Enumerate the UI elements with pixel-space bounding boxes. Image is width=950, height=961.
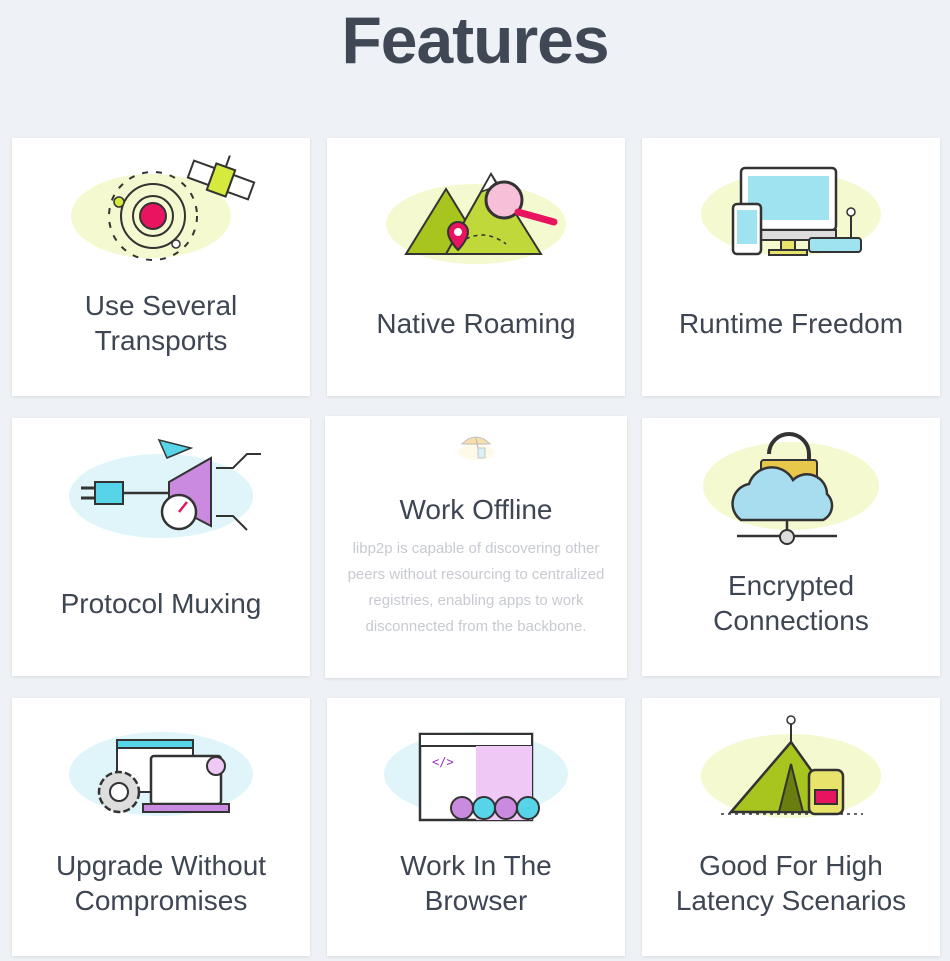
page-title: Features — [341, 3, 609, 77]
devices-router-icon — [701, 166, 881, 256]
feature-label: Native Roaming — [376, 308, 576, 339]
feature-label: Encrypted Connections — [713, 570, 869, 636]
satellite-orbit-icon — [71, 155, 256, 261]
mountain-magnifier-icon — [386, 172, 566, 264]
feature-card-roaming[interactable]: Native Roaming — [327, 138, 625, 396]
feature-label: Work Offline — [399, 494, 553, 525]
laptop-gear-icon — [69, 732, 253, 816]
feature-card-runtime[interactable]: Runtime Freedom — [642, 138, 940, 396]
feature-card-upgrade[interactable]: Upgrade Without Compromises — [12, 698, 310, 956]
beach-umbrella-icon — [458, 436, 494, 460]
feature-card-transports[interactable]: Use Several Transports — [12, 138, 310, 396]
feature-card-muxing[interactable]: Protocol Muxing — [12, 418, 310, 676]
feature-label: Protocol Muxing — [60, 588, 262, 619]
feature-description: libp2p is capable of discovering other p… — [347, 540, 605, 635]
feature-label: Work In The Browser — [400, 850, 552, 916]
svg-text:</>: </> — [432, 755, 454, 769]
tent-backpack-icon — [701, 715, 881, 818]
feature-label: Upgrade Without Compromises — [55, 850, 267, 916]
browser-window-icon: </> — [384, 732, 568, 822]
feature-card-encrypted[interactable]: Encrypted Connections — [642, 418, 940, 676]
feature-card-offline[interactable]: Work Offline libp2p is capable of discov… — [325, 416, 627, 678]
feature-label: Good For High Latency Scenarios — [675, 850, 907, 916]
feature-label: Runtime Freedom — [678, 308, 904, 339]
feature-label: Use Several Transports — [84, 290, 238, 356]
feature-card-browser[interactable]: </> Work In The Browser — [327, 698, 625, 956]
plug-gauge-icon — [69, 438, 261, 538]
cloud-lock-icon — [703, 432, 879, 545]
feature-card-latency[interactable]: Good For High Latency Scenarios — [642, 698, 940, 956]
